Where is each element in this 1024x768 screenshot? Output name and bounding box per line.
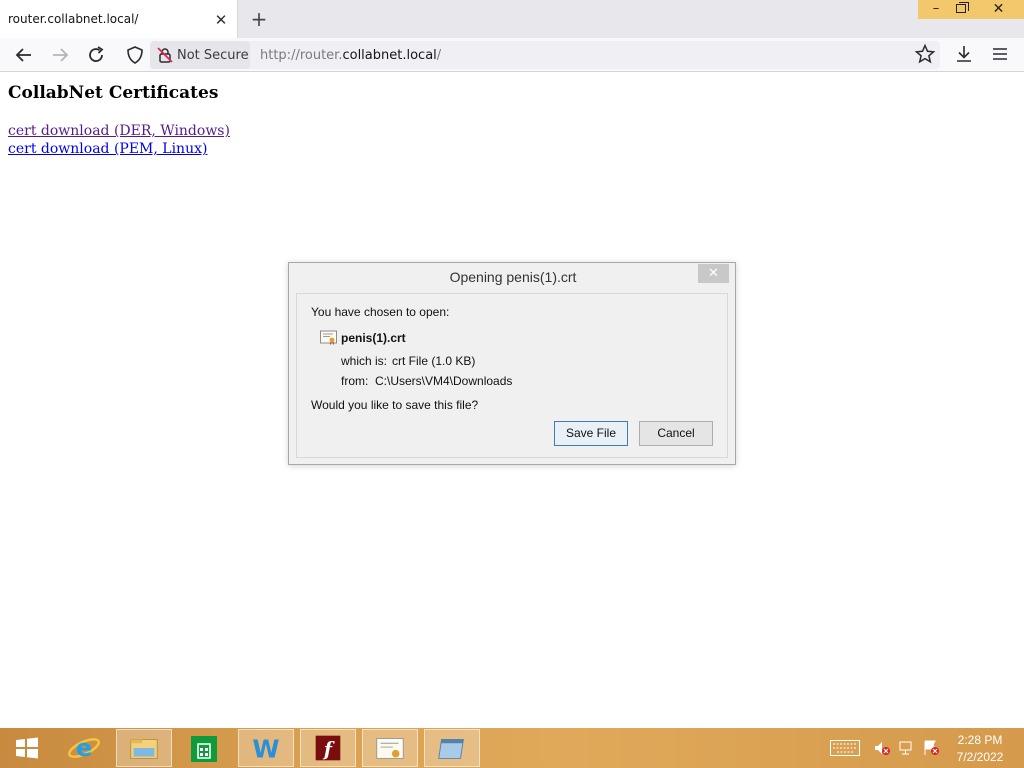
- cancel-button[interactable]: Cancel: [639, 421, 713, 446]
- cert-download-pem-link[interactable]: cert download (PEM, Linux): [8, 141, 207, 157]
- hamburger-menu-icon[interactable]: [989, 43, 1011, 65]
- certificate-icon[interactable]: [362, 729, 418, 767]
- dialog-close-button[interactable]: ✕: [698, 264, 729, 283]
- certificate-file-icon: [320, 330, 337, 345]
- window-close-button[interactable]: ✕: [973, 0, 1024, 19]
- internet-explorer-icon[interactable]: e: [56, 729, 112, 767]
- action-center-icon[interactable]: [922, 740, 940, 756]
- file-type-label: which is:: [341, 354, 388, 368]
- new-tab-button[interactable]: +: [249, 8, 269, 30]
- site-security-indicator[interactable]: Not Secure: [150, 41, 250, 69]
- network-icon[interactable]: [898, 740, 916, 756]
- file-type-value: crt File (1.0 KB): [392, 354, 476, 368]
- tab-active[interactable]: router.collabnet.local/ ✕: [0, 0, 238, 38]
- waterfox-icon[interactable]: W: [238, 729, 294, 767]
- insecure-lock-icon: [157, 47, 173, 63]
- bookmark-star-icon[interactable]: [914, 43, 936, 65]
- svg-text:W: W: [252, 734, 279, 763]
- restore-icon-box: [956, 4, 966, 13]
- url-prefix: http://router.: [260, 48, 343, 63]
- dialog-title: Opening penis(1).crt: [449, 269, 577, 285]
- download-icon[interactable]: [953, 43, 975, 65]
- opening-file-dialog: Opening penis(1).crt ✕ You have chosen t…: [288, 262, 736, 465]
- clock-time[interactable]: 2:28 PM: [948, 733, 1012, 747]
- save-file-button[interactable]: Save File: [554, 421, 628, 446]
- file-name: penis(1).crt: [341, 331, 406, 345]
- url-host: collabnet.local: [342, 48, 437, 63]
- window-icon[interactable]: [424, 729, 480, 767]
- start-icon[interactable]: [4, 729, 48, 767]
- file-source-value: C:\Users\VM4\Downloads: [375, 374, 513, 388]
- cert-download-der-link[interactable]: cert download (DER, Windows): [8, 123, 230, 139]
- not-secure-label: Not Secure: [177, 48, 249, 63]
- tab-strip: router.collabnet.local/ ✕ + – ✕: [0, 0, 1024, 38]
- svg-text:e: e: [76, 734, 92, 762]
- forward-arrow-icon[interactable]: [48, 43, 72, 67]
- reload-icon[interactable]: [84, 43, 108, 67]
- tab-title: router.collabnet.local/: [8, 12, 139, 26]
- clock-date[interactable]: 7/2/2022: [948, 750, 1012, 764]
- flash-icon[interactable]: f: [300, 729, 356, 767]
- store-icon[interactable]: [176, 729, 232, 767]
- navigation-toolbar: Not Secure http://router.collabnet.local…: [0, 38, 1024, 72]
- file-explorer-icon[interactable]: [116, 729, 172, 767]
- page-heading: CollabNet Certificates: [8, 83, 219, 103]
- url-suffix: /: [436, 48, 442, 63]
- url-bar[interactable]: Not Secure http://router.collabnet.local…: [150, 41, 940, 69]
- file-source-label: from:: [341, 374, 369, 388]
- tab-close-button[interactable]: ✕: [212, 11, 230, 29]
- dialog-prompt: You have chosen to open:: [311, 305, 450, 319]
- dialog-body: You have chosen to open: penis(1).crt wh…: [296, 293, 728, 458]
- back-arrow-icon[interactable]: [12, 43, 36, 67]
- save-question: Would you like to save this file?: [311, 398, 479, 412]
- volume-muted-icon[interactable]: [873, 740, 891, 756]
- shield-icon[interactable]: [124, 43, 146, 67]
- url-text[interactable]: http://router.collabnet.local/: [260, 48, 441, 63]
- keyboard-icon[interactable]: [830, 740, 860, 756]
- taskbar: e W f 2:28 PM 7/2/2022: [0, 728, 1024, 768]
